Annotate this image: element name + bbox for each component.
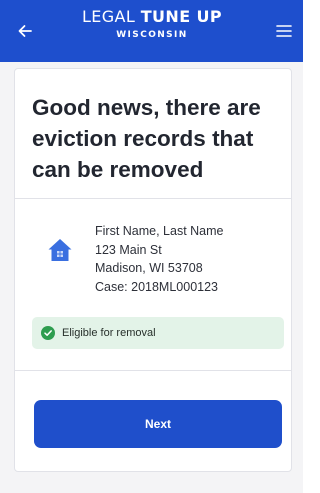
back-button[interactable] bbox=[8, 14, 42, 48]
app-header: LEGAL TUNE UP WISCONSIN bbox=[0, 0, 303, 62]
menu-button[interactable] bbox=[268, 14, 300, 48]
brand-title-light: LEGAL bbox=[81, 7, 136, 26]
brand-title: LEGAL TUNE UP bbox=[62, 6, 242, 28]
brand-title-bold: TUNE UP bbox=[140, 7, 223, 26]
house-icon bbox=[48, 239, 72, 261]
divider bbox=[15, 370, 291, 371]
page-title: Good news, there are eviction records th… bbox=[32, 95, 261, 182]
check-circle-icon bbox=[41, 326, 55, 340]
record-street: 123 Main St bbox=[95, 242, 162, 257]
eligibility-label: Eligible for removal bbox=[62, 327, 156, 339]
record-name: First Name, Last Name bbox=[95, 224, 224, 238]
eviction-record: First Name, Last Name 123 Main St Madiso… bbox=[95, 222, 285, 296]
eligibility-badge: Eligible for removal bbox=[32, 317, 284, 349]
hamburger-menu-icon bbox=[276, 25, 292, 37]
divider bbox=[15, 198, 291, 199]
arrow-left-icon bbox=[18, 25, 32, 37]
app-logo: LEGAL TUNE UP WISCONSIN bbox=[62, 6, 242, 42]
brand-subtitle: WISCONSIN bbox=[116, 30, 188, 40]
record-city: Madison, WI 53708 bbox=[95, 261, 203, 275]
record-case-number: Case: 2018ML000123 bbox=[95, 279, 219, 294]
next-button[interactable]: Next bbox=[34, 400, 282, 448]
